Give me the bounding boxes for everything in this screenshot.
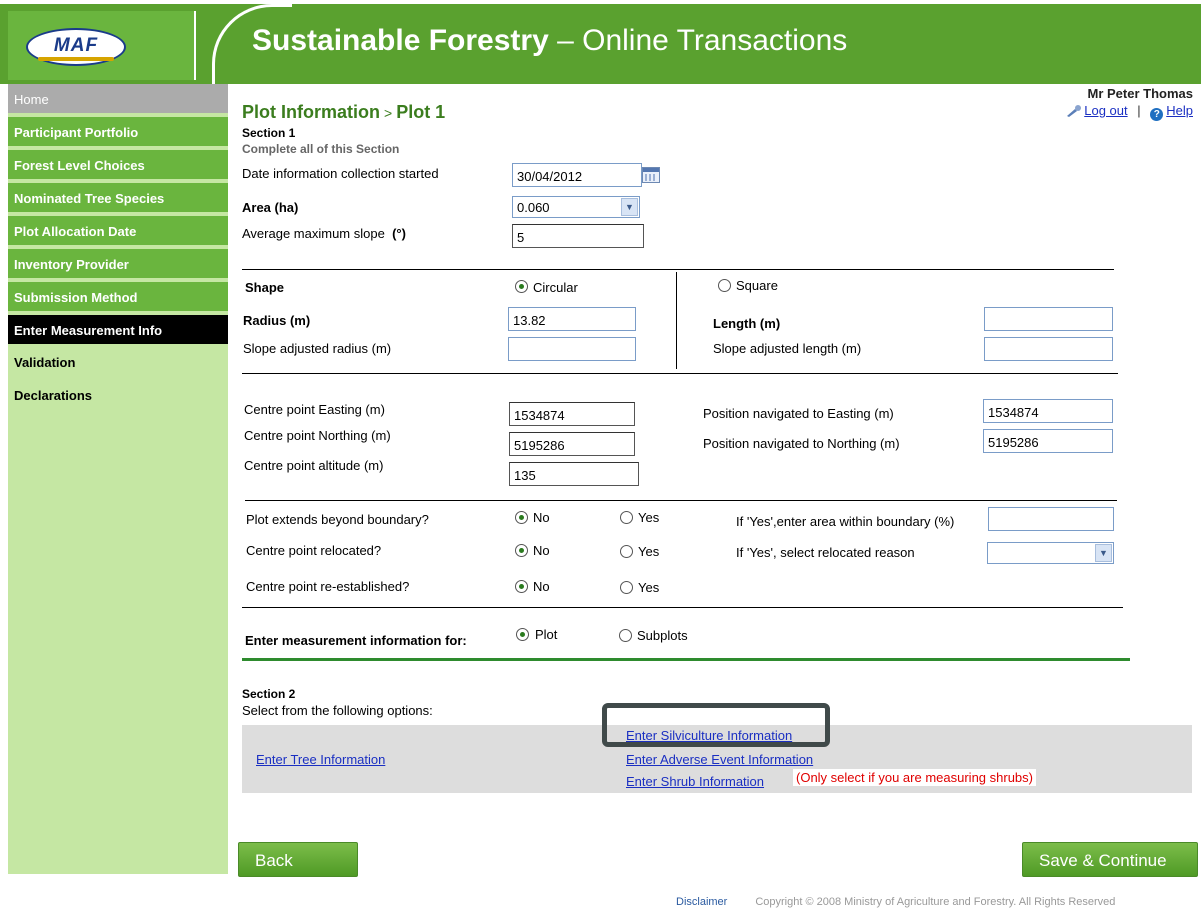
relocated-reason-select[interactable]: ▼ (987, 542, 1114, 564)
slope-length-label: Slope adjusted length (m) (713, 341, 862, 356)
easting-field[interactable]: 1534874 (509, 402, 635, 426)
divider (242, 607, 1123, 608)
slope-field[interactable]: 5 (512, 224, 644, 248)
user-name: Mr Peter Thomas (1087, 86, 1193, 101)
copyright-text: Copyright © 2008 Ministry of Agriculture… (755, 896, 1116, 908)
altitude-label: Centre point altitude (m) (244, 458, 384, 473)
vertical-divider (676, 272, 677, 369)
page-title: Plot Information > Plot 1 (242, 102, 446, 122)
length-field[interactable] (984, 307, 1113, 331)
date-field[interactable]: 30/04/2012 (512, 163, 642, 187)
section-divider (242, 658, 1130, 661)
sidebar-item-submission-method[interactable]: Submission Method (8, 282, 228, 313)
back-button[interactable]: Back (238, 842, 358, 877)
shrub-warning-note: (Only select if you are measuring shrubs… (793, 769, 1036, 786)
slope-radius-label: Slope adjusted radius (m) (243, 341, 392, 356)
subplots-radio[interactable] (619, 629, 632, 642)
square-radio[interactable] (718, 279, 731, 292)
northing-field[interactable]: 5195286 (509, 432, 635, 456)
boundary-no-radio[interactable] (515, 511, 528, 524)
sidebar-item-enter-measurement-info[interactable]: Enter Measurement Info (8, 315, 228, 346)
relocated-no-label: No (533, 543, 550, 558)
divider (245, 500, 1117, 501)
save-continue-button[interactable]: Save & Continue (1022, 842, 1198, 877)
logout-link[interactable]: Log out (1084, 103, 1127, 118)
sidebar-item-validation[interactable]: Validation (8, 347, 228, 378)
divider (242, 269, 1114, 270)
plot-label: Plot (535, 627, 558, 642)
footer: Disclaimer Copyright © 2008 Ministry of A… (676, 896, 1115, 908)
sidebar-item-forest-level-choices[interactable]: Forest Level Choices (8, 150, 228, 181)
maf-logo-text: MAF (53, 35, 99, 56)
reestablished-yes-label: Yes (638, 580, 660, 595)
section1-heading: Section 1 (242, 126, 296, 140)
relocated-yes-label: Yes (638, 544, 660, 559)
divider (242, 373, 1118, 374)
northing-label: Centre point Northing (m) (244, 428, 391, 443)
reestablished-no-radio[interactable] (515, 580, 528, 593)
relocated-question: Centre point relocated? (246, 543, 382, 558)
calendar-icon[interactable] (642, 167, 660, 183)
date-label: Date information collection started (242, 166, 439, 181)
nav-northing-label: Position navigated to Northing (m) (703, 436, 900, 451)
nav-northing-field[interactable]: 5195286 (983, 429, 1113, 453)
altitude-field[interactable]: 135 (509, 462, 639, 486)
slope-length-field[interactable] (984, 337, 1113, 361)
area-select[interactable]: 0.060 ▼ (512, 196, 640, 218)
relocated-no-radio[interactable] (515, 544, 528, 557)
boundary-area-label: If 'Yes',enter area within boundary (%) (736, 514, 955, 529)
radius-label: Radius (m) (243, 313, 311, 328)
nav-easting-label: Position navigated to Easting (m) (703, 406, 894, 421)
easting-label: Centre point Easting (m) (244, 402, 385, 417)
relocated-reason-label: If 'Yes', select relocated reason (736, 545, 915, 560)
circular-radio[interactable] (515, 280, 528, 293)
nav-easting-field[interactable]: 1534874 (983, 399, 1113, 423)
slope-label: Average maximum slope (°) (242, 226, 406, 241)
adverse-event-information-link[interactable]: Enter Adverse Event Information (626, 752, 813, 767)
chevron-down-icon: ▼ (1095, 544, 1112, 562)
sidebar-item-inventory-provider[interactable]: Inventory Provider (8, 249, 228, 280)
circular-label: Circular (533, 280, 578, 295)
boundary-question: Plot extends beyond boundary? (246, 512, 429, 527)
tree-information-link[interactable]: Enter Tree Information (256, 752, 385, 767)
relocated-yes-radio[interactable] (620, 545, 633, 558)
shrub-information-link[interactable]: Enter Shrub Information (626, 774, 764, 789)
user-links-separator: | (1137, 103, 1141, 118)
sidebar-item-plot-allocation-date[interactable]: Plot Allocation Date (8, 216, 228, 247)
reestablished-question: Centre point re-established? (246, 579, 410, 594)
app-title: Sustainable Forestry – Online Transactio… (252, 24, 848, 57)
boundary-yes-label: Yes (638, 510, 660, 525)
slope-unit: (°) (392, 226, 406, 241)
square-label: Square (736, 278, 778, 293)
plot-radio[interactable] (516, 628, 529, 641)
boundary-area-field[interactable] (988, 507, 1114, 531)
measurement-for-label: Enter measurement information for: (245, 633, 467, 648)
sidebar-item-declarations[interactable]: Declarations (8, 380, 228, 411)
radius-field[interactable]: 13.82 (508, 307, 636, 331)
sidebar-item-home[interactable]: Home (8, 84, 228, 115)
boundary-no-label: No (533, 510, 550, 525)
area-label: Area (ha) (242, 200, 299, 215)
boundary-yes-radio[interactable] (620, 511, 633, 524)
slope-radius-field[interactable] (508, 337, 636, 361)
section2-subheading: Select from the following options: (242, 703, 433, 718)
subplots-label: Subplots (637, 628, 688, 643)
area-select-value: 0.060 (517, 200, 550, 215)
help-link[interactable]: Help (1166, 103, 1193, 118)
reestablished-yes-radio[interactable] (620, 581, 633, 594)
sidebar-item-participant-portfolio[interactable]: Participant Portfolio (8, 117, 228, 148)
length-label: Length (m) (713, 316, 781, 331)
logo-swoosh (38, 57, 114, 61)
chevron-down-icon: ▼ (621, 198, 638, 216)
disclaimer-link[interactable]: Disclaimer (676, 896, 727, 908)
sidebar-item-nominated-tree-species[interactable]: Nominated Tree Species (8, 183, 228, 214)
section2-heading: Section 2 (242, 687, 296, 701)
shape-label: Shape (245, 280, 285, 295)
reestablished-no-label: No (533, 579, 550, 594)
highlight-box (602, 703, 830, 747)
help-icon: ? (1150, 108, 1164, 121)
logout-icon (1067, 105, 1082, 117)
section1-subheading: Complete all of this Section (242, 142, 400, 156)
user-links: Log out | ? Help (1066, 103, 1193, 121)
